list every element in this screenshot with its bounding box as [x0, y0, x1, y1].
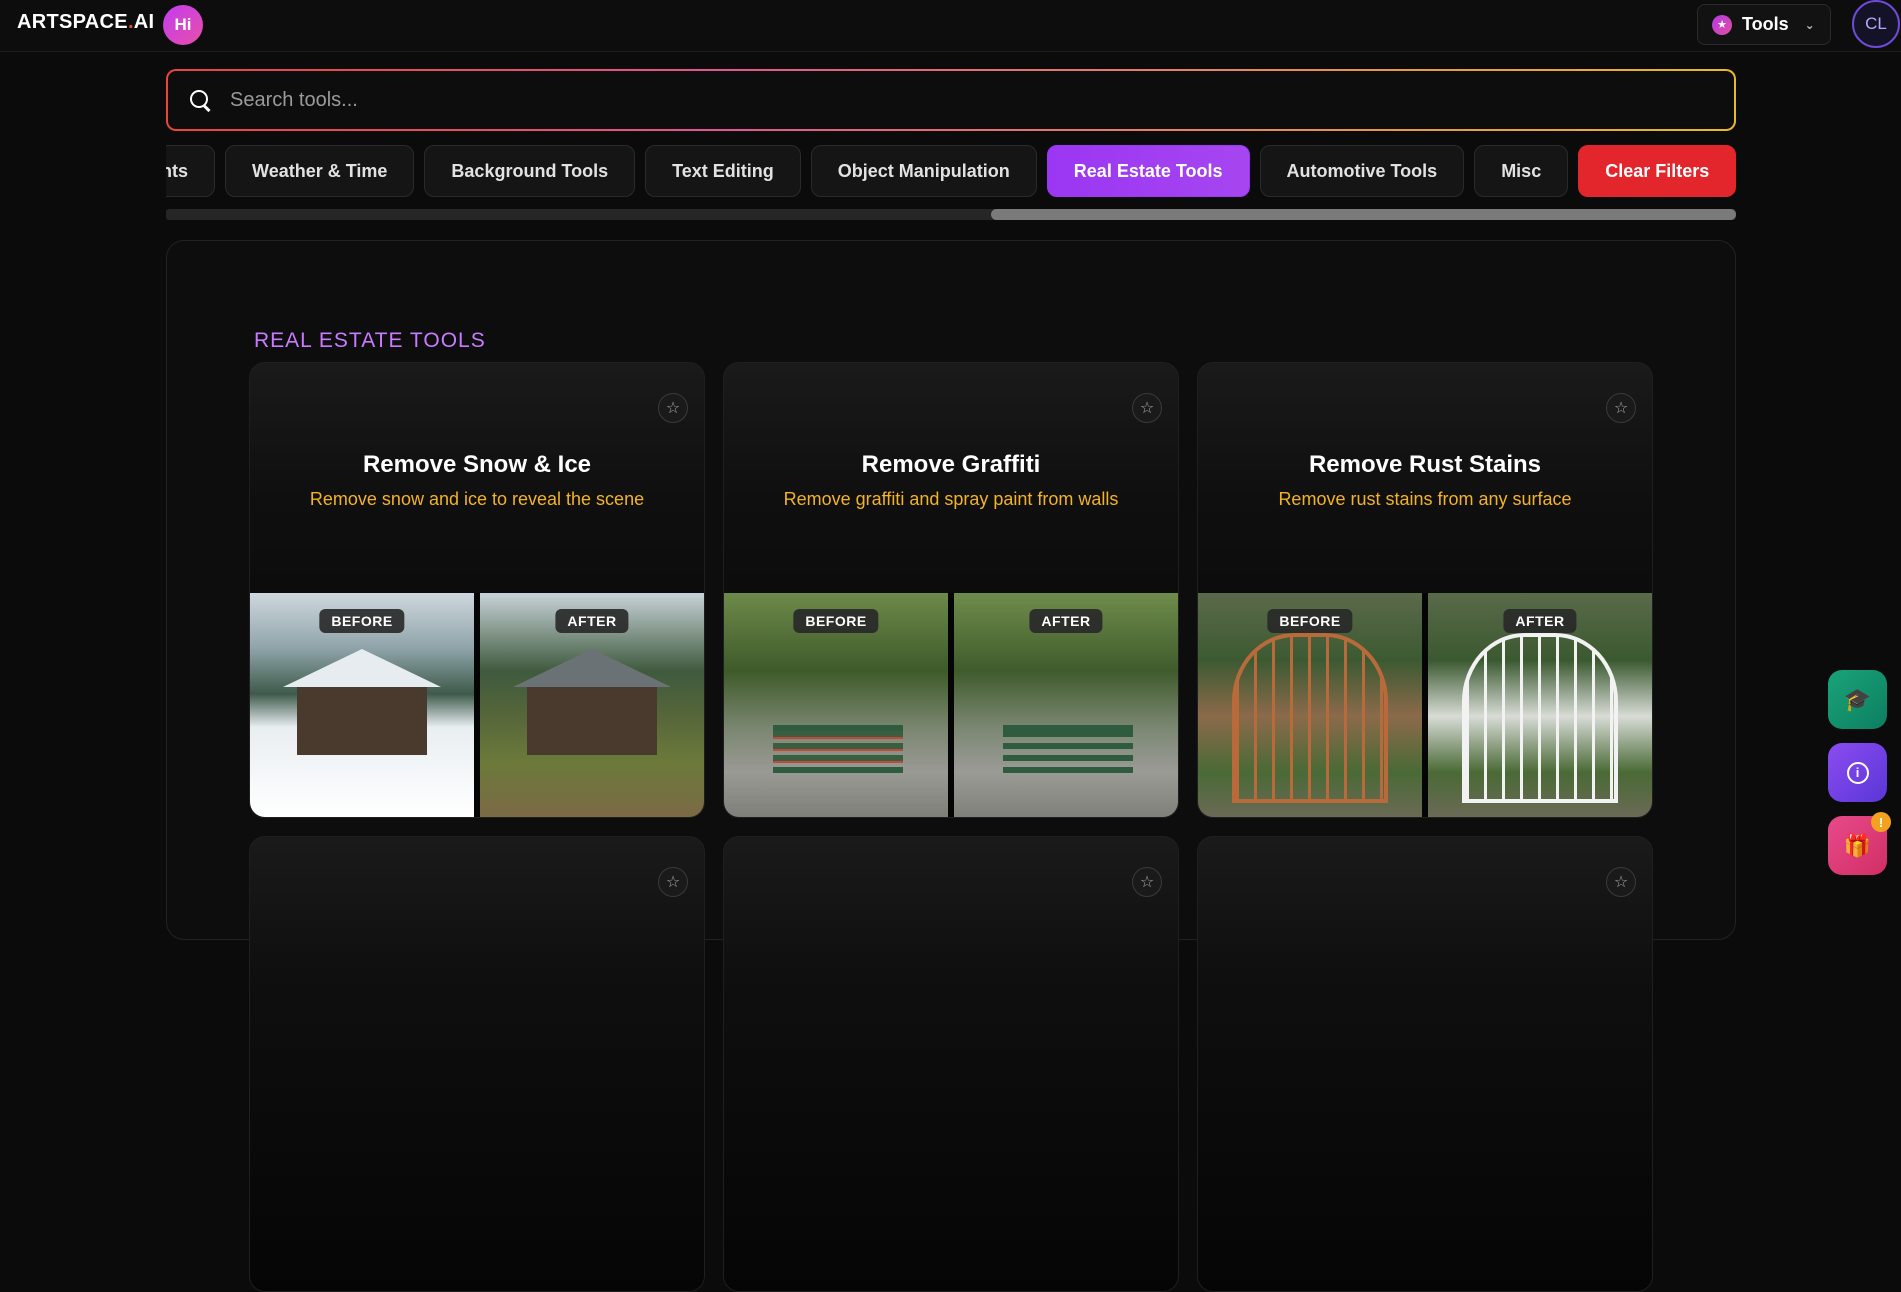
hi-badge-label: Hi [174, 15, 192, 34]
chevron-down-icon: ⌄ [1804, 17, 1815, 32]
card-description: Remove rust stains from any surface [1278, 489, 1572, 509]
house-illustration [513, 649, 671, 755]
tool-card-remove-snow[interactable]: ☆ Remove Snow & Ice Remove snow and ice … [249, 362, 705, 818]
before-image: BEFORE [1198, 593, 1422, 817]
tool-card-remove-rust[interactable]: ☆ Remove Rust Stains Remove rust stains … [1197, 362, 1653, 818]
house-illustration [283, 649, 441, 755]
card-title: Remove Graffiti [861, 451, 1041, 478]
card-title: Remove Snow & Ice [362, 451, 592, 478]
before-after-images: BEFORE AFTER [724, 593, 1178, 817]
favorite-star-icon[interactable]: ☆ [1132, 867, 1162, 897]
gift-notification-badge: ! [1871, 812, 1891, 832]
scrollbar-thumb[interactable] [991, 209, 1736, 220]
section-title: REAL ESTATE TOOLS [254, 329, 486, 352]
info-button[interactable]: i [1828, 743, 1887, 802]
filter-chip-text-editing[interactable]: Text Editing [645, 145, 801, 197]
logo-suffix: AI [133, 11, 155, 33]
before-tag: BEFORE [1267, 609, 1353, 633]
card-description: Remove graffiti and spray paint from wal… [783, 489, 1119, 509]
filter-chip-weather-time[interactable]: Weather & Time [225, 145, 415, 197]
before-tag: BEFORE [793, 609, 879, 633]
search-bar [166, 69, 1736, 131]
tools-dropdown-button[interactable]: ★ Tools ⌄ [1697, 4, 1831, 45]
logo[interactable]: ARTSPACE.AI [17, 11, 154, 34]
gift-button[interactable]: 🎁 ! [1828, 812, 1891, 875]
filter-chip-ements[interactable]: ements [166, 145, 216, 197]
before-image: BEFORE [724, 593, 948, 817]
after-tag: AFTER [555, 609, 629, 633]
favorite-star-icon[interactable]: ☆ [658, 867, 688, 897]
after-image: AFTER [1428, 593, 1652, 817]
filter-chip-object-manipulation[interactable]: Object Manipulation [810, 145, 1037, 197]
after-tag: AFTER [1029, 609, 1103, 633]
bench-illustration [773, 725, 904, 773]
filter-chips: ementsWeather & TimeBackground ToolsText… [166, 145, 1736, 197]
top-bar: ARTSPACE.AI Hi ★ Tools ⌄ CL [0, 0, 1901, 52]
graduation-cap-icon: 🎓 [1843, 686, 1872, 712]
before-after-images: BEFORE AFTER [1198, 593, 1652, 817]
favorite-star-icon[interactable]: ☆ [1606, 867, 1636, 897]
logo-text: ARTSPACE [17, 11, 128, 33]
tool-card-row2-2[interactable]: ☆ [723, 836, 1179, 1292]
before-after-images: BEFORE AFTER [250, 593, 704, 817]
search-inner [168, 71, 1734, 129]
after-tag: AFTER [1503, 609, 1577, 633]
card-description: Remove snow and ice to reveal the scene [309, 489, 645, 509]
avatar-initials: CL [1865, 14, 1887, 33]
filter-chip-background-tools[interactable]: Background Tools [424, 145, 636, 197]
bench-illustration [1003, 725, 1134, 773]
tools-label: Tools [1742, 14, 1789, 34]
favorite-star-icon[interactable]: ☆ [1132, 393, 1162, 423]
horizontal-scrollbar[interactable] [166, 209, 1736, 220]
star-icon: ★ [1712, 14, 1732, 35]
info-icon: i [1846, 761, 1869, 784]
tool-card-row2-3[interactable]: ☆ [1197, 836, 1653, 1292]
before-tag: BEFORE [319, 609, 405, 633]
gift-icon: 🎁 [1843, 832, 1872, 858]
search-input[interactable] [230, 88, 1630, 112]
after-image: AFTER [480, 593, 704, 817]
favorite-star-icon[interactable]: ☆ [1606, 393, 1636, 423]
hi-badge[interactable]: Hi [163, 5, 203, 45]
before-image: BEFORE [250, 593, 474, 817]
favorite-star-icon[interactable]: ☆ [658, 393, 688, 423]
tutorials-button[interactable]: 🎓 [1828, 670, 1887, 729]
card-title: Remove Rust Stains [1308, 451, 1542, 478]
search-icon [188, 88, 212, 112]
filter-chip-misc[interactable]: Misc [1474, 145, 1569, 197]
tool-card-row2-1[interactable]: ☆ [249, 836, 705, 1292]
filter-chip-automotive-tools[interactable]: Automotive Tools [1259, 145, 1465, 197]
gate-illustration [1231, 633, 1389, 803]
filter-chips-scroller[interactable]: ementsWeather & TimeBackground ToolsText… [166, 145, 1736, 198]
filter-chip-real-estate-tools[interactable]: Real Estate Tools [1046, 145, 1250, 197]
clear-filters-button[interactable]: Clear Filters [1578, 145, 1736, 197]
gate-illustration [1461, 633, 1619, 803]
user-avatar[interactable]: CL [1852, 0, 1900, 48]
tool-card-remove-graffiti[interactable]: ☆ Remove Graffiti Remove graffiti and sp… [723, 362, 1179, 818]
after-image: AFTER [954, 593, 1178, 817]
